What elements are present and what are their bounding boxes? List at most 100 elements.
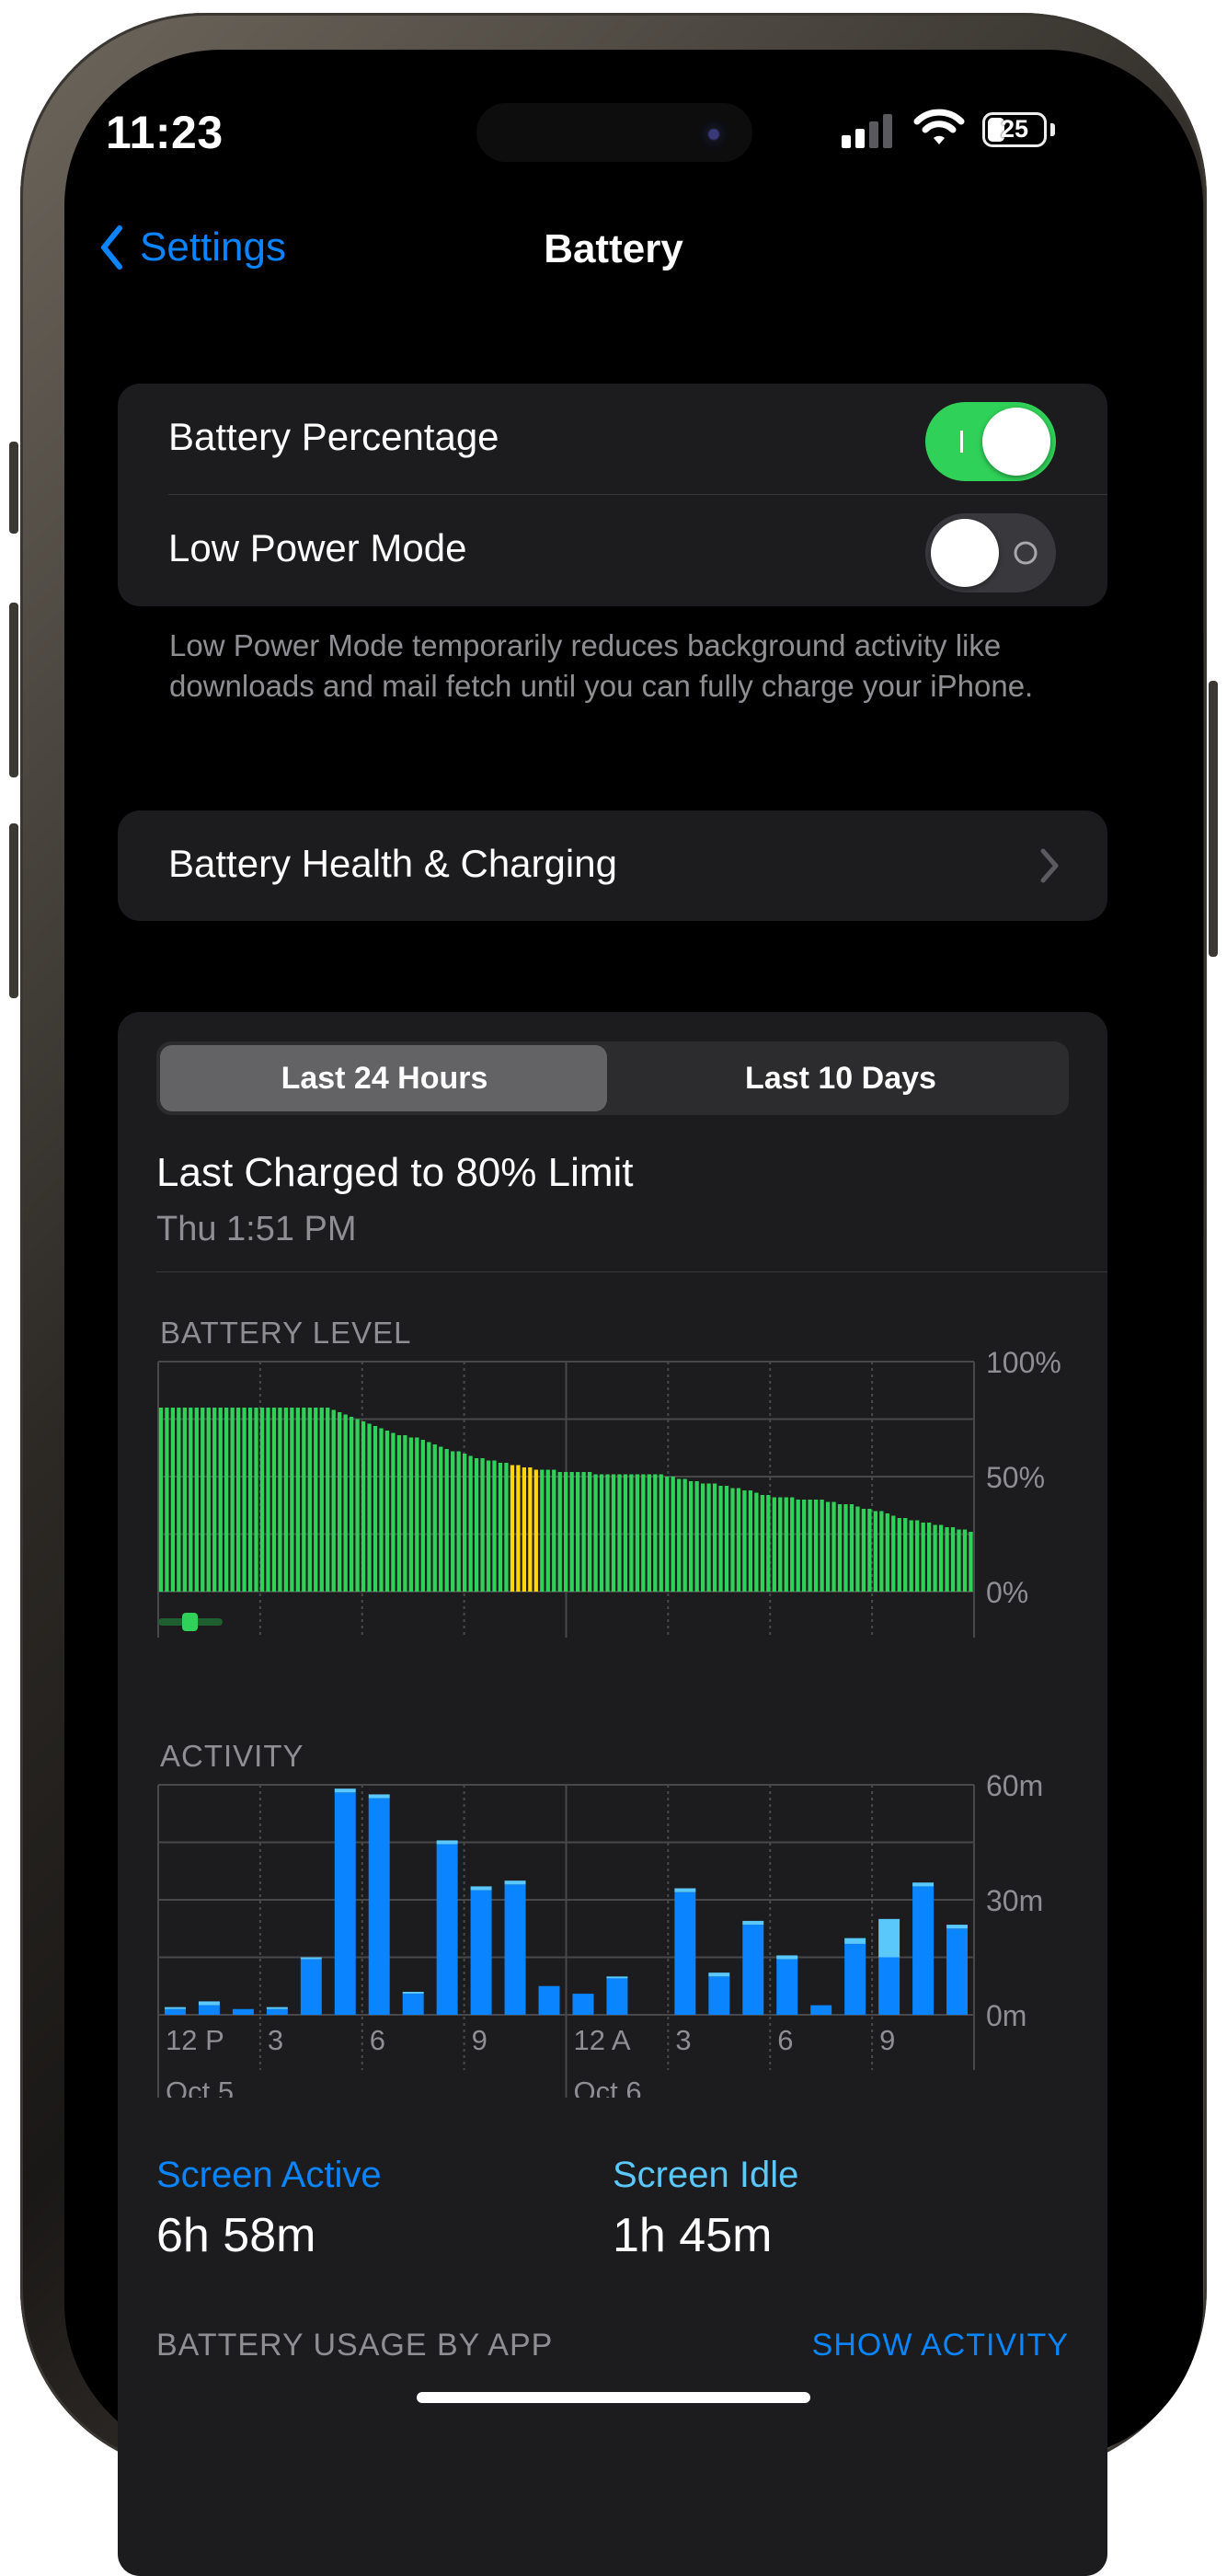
screen-active-bar [674, 1892, 696, 2015]
battery-bar [581, 1472, 586, 1592]
battery-bar [790, 1497, 795, 1592]
screen-active-bar [368, 1798, 390, 2015]
screen-active-bar [334, 1792, 356, 2015]
low-power-mode-toggle[interactable] [925, 513, 1056, 592]
battery-bar [653, 1474, 658, 1592]
battery-bar [247, 1408, 253, 1592]
battery-bar [969, 1532, 973, 1592]
battery-bar [647, 1474, 651, 1592]
battery-bar [760, 1495, 764, 1592]
battery-bar [408, 1437, 414, 1592]
screen-idle-label: Screen Idle [613, 2155, 799, 2195]
battery-bar [439, 1446, 443, 1592]
battery-bar [855, 1506, 860, 1592]
y-tick-label: 0m [986, 1999, 1026, 2032]
battery-bar [641, 1474, 646, 1592]
tab-last-24-hours[interactable]: Last 24 Hours [156, 1041, 613, 1115]
battery-bar [730, 1488, 735, 1592]
battery-bar [873, 1511, 878, 1592]
battery-bar [825, 1501, 831, 1592]
show-activity-button[interactable]: SHOW ACTIVITY [812, 2328, 1069, 2363]
screen-idle-bar [198, 2001, 220, 2006]
x-tick-label: 6 [777, 2024, 793, 2056]
page-title: Battery [544, 226, 683, 271]
battery-bar [665, 1477, 670, 1592]
battery-bar [170, 1408, 176, 1592]
battery-bar [861, 1509, 866, 1592]
screen-active-bar [844, 1943, 866, 2015]
battery-bar [391, 1432, 396, 1592]
battery-bar [319, 1408, 324, 1592]
battery-health-row[interactable]: Battery Health & Charging [118, 811, 1107, 921]
battery-bar [689, 1481, 694, 1592]
battery-bar [671, 1477, 675, 1592]
low-power-footnote: Low Power Mode temporarily reduces backg… [169, 628, 1034, 703]
battery-bar [307, 1408, 312, 1592]
y-tick-label: 0% [986, 1576, 1028, 1609]
battery-bar [724, 1486, 729, 1592]
screen-active-bar [266, 2008, 288, 2015]
battery-bar [468, 1455, 473, 1592]
home-indicator[interactable] [417, 2392, 810, 2403]
screen-active-bar [810, 2005, 832, 2015]
battery-bar [772, 1497, 776, 1592]
battery-bar [843, 1504, 848, 1592]
battery-bar [915, 1520, 920, 1592]
battery-bar [415, 1437, 419, 1592]
screen-active-label: Screen Active [156, 2155, 382, 2195]
usage-card: Last 24 Hours Last 10 Days Last Charged … [118, 1012, 1107, 2576]
battery-bar [403, 1435, 407, 1592]
battery-bar [903, 1518, 908, 1592]
screen-active-bar [912, 1886, 935, 2015]
screen-idle-bar [674, 1888, 696, 1892]
screen-idle-bar [776, 1955, 798, 1960]
battery-bar [945, 1527, 949, 1592]
battery-bar [373, 1426, 378, 1592]
battery-bar [879, 1511, 884, 1592]
screen-active-bar [708, 1976, 730, 2015]
battery-bar [587, 1472, 592, 1592]
battery-bar [921, 1523, 925, 1592]
screen-idle-bar [470, 1886, 492, 1891]
row-divider [168, 494, 1107, 495]
x-tick-label: 12 P [166, 2024, 224, 2056]
battery-bar [849, 1504, 854, 1592]
battery-bar [177, 1408, 181, 1592]
battery-bar [420, 1440, 425, 1592]
battery-bar [736, 1488, 741, 1592]
battery-bar [486, 1460, 491, 1592]
battery-bar [283, 1408, 289, 1592]
tab-last-10-days[interactable]: Last 10 Days [613, 1041, 1069, 1115]
y-tick-label: 50% [986, 1461, 1045, 1494]
battery-bar [712, 1483, 717, 1592]
battery-tip [1050, 123, 1055, 136]
battery-bar [552, 1469, 556, 1592]
battery-percentage-toggle[interactable] [925, 402, 1056, 481]
battery-bar [938, 1524, 944, 1592]
battery-bar [623, 1474, 628, 1592]
battery-bar [891, 1515, 896, 1592]
battery-bar [659, 1474, 663, 1592]
battery-bar [837, 1504, 843, 1592]
battery-bar [427, 1442, 431, 1592]
card-divider [156, 1271, 1107, 1272]
screen-idle-bar [844, 1938, 866, 1944]
battery-bar [254, 1408, 258, 1592]
chevron-right-icon [1040, 848, 1059, 883]
battery-bar [748, 1490, 753, 1592]
last-charged-title: Last Charged to 80% Limit [156, 1150, 634, 1195]
battery-bar [677, 1478, 682, 1592]
battery-bar [909, 1520, 913, 1592]
battery-bar [706, 1483, 711, 1592]
battery-bar [950, 1527, 956, 1592]
screen-active-bar [572, 1994, 594, 2015]
screen-active-bar [232, 2008, 254, 2015]
battery-bar [504, 1463, 509, 1592]
x-tick-label: 9 [879, 2024, 895, 2056]
screen-active-bar [436, 1844, 458, 2015]
y-tick-label: 60m [986, 1769, 1043, 1802]
battery-bar [927, 1523, 932, 1592]
x-tick-label: 3 [268, 2024, 283, 2056]
volume-down-button [9, 823, 18, 998]
battery-bar [611, 1474, 616, 1592]
